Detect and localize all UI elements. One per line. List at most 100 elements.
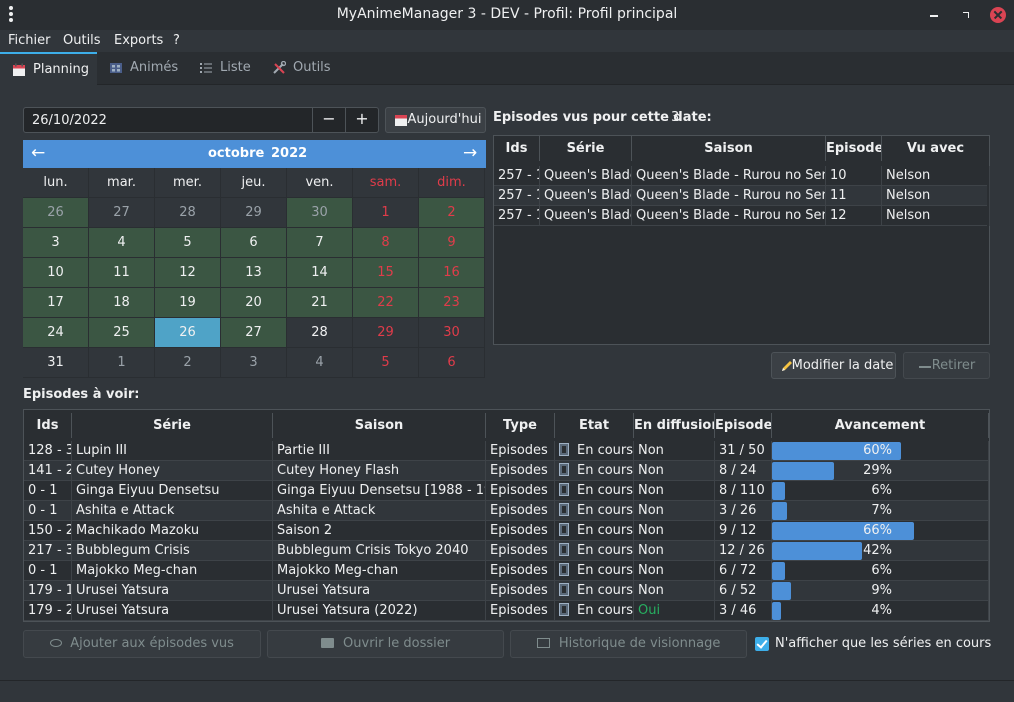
table-row[interactable]: 257 - 1 Queen's Blade Queen's Blade - Ruro… xyxy=(494,206,990,226)
calendar-day[interactable]: 29 xyxy=(221,198,287,228)
column-header[interactable]: Saison xyxy=(273,413,486,438)
calendar-day[interactable]: 9 xyxy=(419,228,485,258)
calendar-day[interactable]: 3 xyxy=(23,228,89,258)
table-row[interactable]: 128 - 3 Lupin III Partie III Episodes En cou… xyxy=(24,441,989,461)
film-icon xyxy=(559,563,569,576)
calendar-day[interactable]: 6 xyxy=(221,228,287,258)
column-header[interactable]: Vu avec xyxy=(882,136,990,161)
menu-fichier[interactable]: Fichier xyxy=(8,33,51,48)
date-increment-button[interactable]: + xyxy=(345,107,378,133)
calendar-day[interactable]: 7 xyxy=(287,228,353,258)
remove-button[interactable]: Retirer xyxy=(903,352,990,379)
calendar-day[interactable]: 27 xyxy=(89,198,155,228)
calendar-day[interactable]: 13 xyxy=(221,258,287,288)
menu-exports[interactable]: Exports xyxy=(114,33,163,48)
calendar-day[interactable]: 23 xyxy=(419,288,485,318)
tab-animes[interactable]: Animés xyxy=(97,52,187,85)
calendar-day[interactable]: 5 xyxy=(155,228,221,258)
prev-month-icon[interactable]: ← xyxy=(31,143,45,163)
add-seen-button[interactable]: Ajouter aux épisodes vus xyxy=(23,630,261,658)
date-field[interactable]: 26/10/2022 − + xyxy=(23,107,379,133)
table-row[interactable]: 179 - 2 Urusei Yatsura Urusei Yatsura (202… xyxy=(24,601,989,621)
calendar-day[interactable]: 30 xyxy=(419,318,485,348)
history-button[interactable]: Historique de visionnage xyxy=(510,630,747,658)
table-row[interactable]: 179 - 1 Urusei Yatsura Urusei Yatsura Episo… xyxy=(24,581,989,601)
tab-outils[interactable]: Outils xyxy=(260,52,342,85)
seen-episodes-table[interactable]: Ids Série Saison Episode Vu avec 257 - 1 Queen… xyxy=(493,135,990,345)
column-header[interactable]: Etat xyxy=(555,413,634,438)
calendar-day[interactable]: 12 xyxy=(155,258,221,288)
calendar-day[interactable]: 22 xyxy=(353,288,419,318)
calendar-day[interactable]: 5 xyxy=(353,348,419,378)
calendar-day[interactable]: 28 xyxy=(155,198,221,228)
table-row[interactable]: 257 - 1 Queen's Blade Queen's Blade - Ruro… xyxy=(494,166,990,186)
table-cell: Machikado Mazoku xyxy=(72,521,273,541)
calendar-day[interactable]: 1 xyxy=(89,348,155,378)
next-month-icon[interactable]: → xyxy=(463,143,477,163)
calendar-day[interactable]: 1 xyxy=(353,198,419,228)
calendar-day[interactable]: 4 xyxy=(89,228,155,258)
calendar-day[interactable]: 8 xyxy=(353,228,419,258)
menu-outils[interactable]: Outils xyxy=(63,33,101,48)
close-button[interactable] xyxy=(990,7,1006,23)
table-row[interactable]: 141 - 2 Cutey Honey Cutey Honey Flash Episo… xyxy=(24,461,989,481)
calendar-day[interactable]: 25 xyxy=(89,318,155,348)
menu-help[interactable]: ? xyxy=(173,33,180,48)
calendar-day[interactable]: 4 xyxy=(287,348,353,378)
calendar-day[interactable]: 20 xyxy=(221,288,287,318)
calendar-day[interactable]: 2 xyxy=(419,198,485,228)
calendar-day[interactable]: 29 xyxy=(353,318,419,348)
calendar-day[interactable]: 21 xyxy=(287,288,353,318)
date-decrement-button[interactable]: − xyxy=(312,107,345,133)
calendar-day[interactable]: 19 xyxy=(155,288,221,318)
table-row[interactable]: 0 - 1 Ashita e Attack Ashita e Attack Episo… xyxy=(24,501,989,521)
calendar-day[interactable]: 10 xyxy=(23,258,89,288)
only-current-label[interactable]: N'afficher que les séries en cours xyxy=(775,636,991,651)
calendar-day[interactable]: 24 xyxy=(23,318,89,348)
table-row[interactable]: 257 - 1 Queen's Blade Queen's Blade - Ruro… xyxy=(494,186,990,206)
table-row[interactable]: 0 - 1 Majokko Meg-chan Majokko Meg-chan Epi… xyxy=(24,561,989,581)
calendar-day[interactable]: 15 xyxy=(353,258,419,288)
calendar-day[interactable]: 2 xyxy=(155,348,221,378)
calendar-day[interactable]: 3 xyxy=(221,348,287,378)
to-watch-table[interactable]: Ids Série Saison Type Etat En diffusion Episod… xyxy=(23,409,990,622)
calendar-day[interactable]: 17 xyxy=(23,288,89,318)
calendar-day[interactable]: 26 xyxy=(23,198,89,228)
column-header[interactable]: Avancement xyxy=(772,413,989,438)
column-header[interactable]: Ids xyxy=(494,136,540,161)
calendar-year[interactable]: 2022 xyxy=(271,146,307,161)
minimize-button[interactable] xyxy=(926,7,942,23)
column-header[interactable]: Saison xyxy=(632,136,826,161)
table-row[interactable]: 217 - 3 Bubblegum Crisis Bubblegum Crisis … xyxy=(24,541,989,561)
column-header[interactable]: Type xyxy=(486,413,555,438)
column-header[interactable]: Série xyxy=(72,413,273,438)
status-text: En cours xyxy=(577,563,634,578)
calendar-day[interactable]: 18 xyxy=(89,288,155,318)
calendar-day[interactable]: 26 xyxy=(155,318,221,348)
today-button[interactable]: Aujourd'hui xyxy=(385,107,486,133)
column-header[interactable]: Episode xyxy=(826,136,882,161)
tab-planning[interactable]: Planning xyxy=(0,52,97,85)
column-header[interactable]: Série xyxy=(540,136,632,161)
calendar-day[interactable]: 28 xyxy=(287,318,353,348)
history-icon xyxy=(536,638,550,648)
column-header[interactable]: En diffusion xyxy=(634,413,715,438)
calendar-day[interactable]: 6 xyxy=(419,348,485,378)
calendar-day[interactable]: 11 xyxy=(89,258,155,288)
column-header[interactable]: Ids xyxy=(24,413,72,438)
edit-date-button[interactable]: Modifier la date xyxy=(771,352,896,379)
maximize-button[interactable] xyxy=(958,7,974,23)
table-cell: 10 xyxy=(826,166,882,186)
calendar-day[interactable]: 16 xyxy=(419,258,485,288)
open-folder-button[interactable]: Ouvrir le dossier xyxy=(267,630,504,658)
calendar-month[interactable]: octobre xyxy=(208,146,264,161)
only-current-checkbox[interactable] xyxy=(755,637,769,651)
calendar-day[interactable]: 27 xyxy=(221,318,287,348)
table-row[interactable]: 150 - 2 Machikado Mazoku Saison 2 Episodes E… xyxy=(24,521,989,541)
tab-liste[interactable]: Liste xyxy=(187,52,260,85)
calendar-day[interactable]: 31 xyxy=(23,348,89,378)
calendar-day[interactable]: 30 xyxy=(287,198,353,228)
table-row[interactable]: 0 - 1 Ginga Eiyuu Densetsu Ginga Eiyuu Den… xyxy=(24,481,989,501)
column-header[interactable]: Episode xyxy=(715,413,772,438)
calendar-day[interactable]: 14 xyxy=(287,258,353,288)
